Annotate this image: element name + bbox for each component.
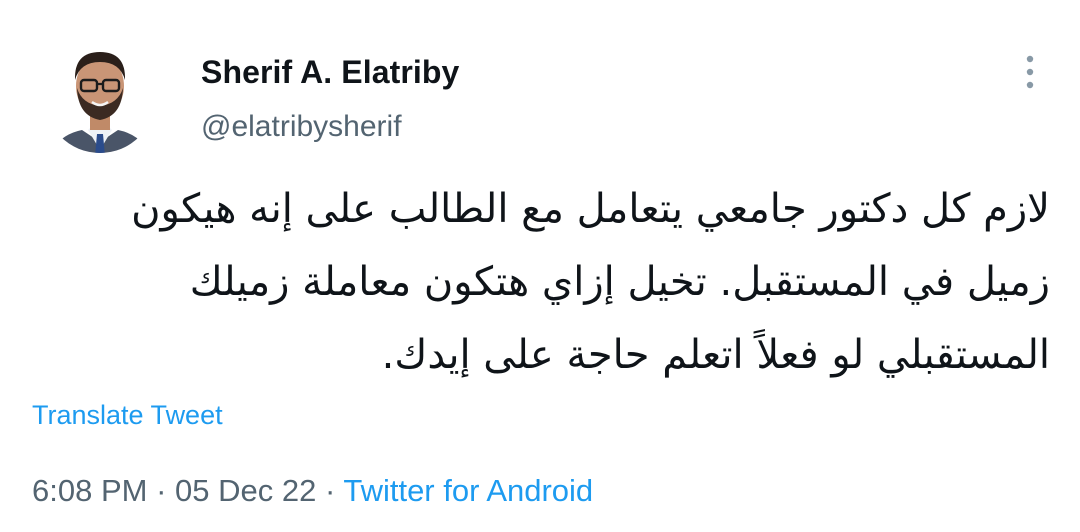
tweet-date[interactable]: 05 Dec 22: [175, 473, 316, 508]
translate-tweet-link[interactable]: Translate Tweet: [32, 400, 223, 431]
tweet-meta: 6:08 PM · 05 Dec 22 · Twitter for Androi…: [32, 473, 593, 509]
tweet-time[interactable]: 6:08 PM: [32, 473, 147, 508]
avatar[interactable]: [52, 41, 148, 153]
more-vertical-icon[interactable]: [1018, 54, 1042, 90]
meta-separator: ·: [316, 473, 344, 508]
author-display-name[interactable]: Sherif A. Elatriby: [201, 54, 459, 91]
author-handle[interactable]: @elatribysherif: [201, 110, 402, 144]
tweet-source-link[interactable]: Twitter for Android: [343, 473, 593, 508]
meta-separator: ·: [147, 473, 176, 508]
tweet-text: لازم كل دكتور جامعي يتعامل مع الطالب على…: [131, 186, 1050, 378]
avatar-image: [52, 41, 148, 153]
tweet-card: Sherif A. Elatriby @elatribysherif لازم …: [0, 0, 1080, 532]
